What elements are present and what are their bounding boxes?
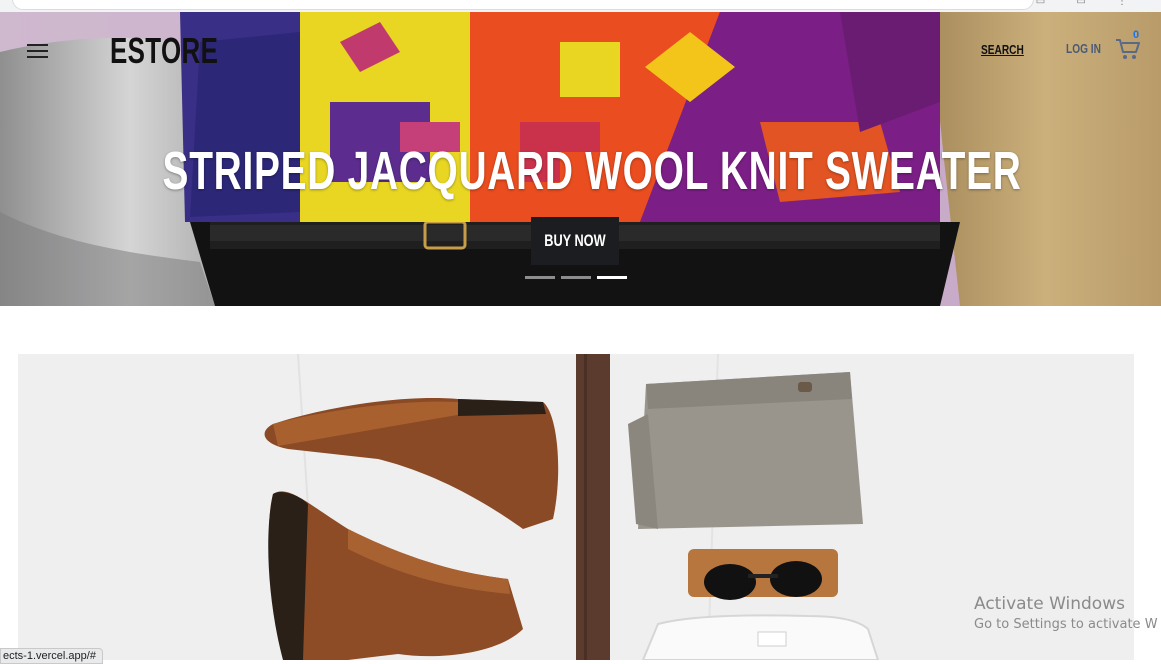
activation-subtitle: Go to Settings to activate W — [974, 617, 1158, 632]
windows-activation-watermark: Activate Windows Go to Settings to activ… — [974, 594, 1158, 632]
product-image[interactable] — [18, 354, 1134, 660]
hamburger-icon[interactable] — [27, 42, 49, 60]
browser-toolbar-icons[interactable]: ▭ ▭ ⋮ — [1036, 0, 1141, 7]
carousel-indicator-3[interactable] — [597, 276, 627, 279]
activation-title: Activate Windows — [974, 594, 1125, 614]
carousel-indicator-2[interactable] — [561, 276, 591, 279]
buy-now-button[interactable]: BUY NOW — [531, 217, 619, 265]
browser-address-bar: ▭ ▭ ⋮ — [0, 0, 1161, 12]
address-field[interactable] — [12, 0, 1034, 10]
carousel-indicator-1[interactable] — [525, 276, 555, 279]
nav-login-link[interactable]: LOG IN — [1066, 41, 1101, 56]
brand-logo[interactable]: ESTORE — [110, 30, 218, 72]
nav-search-link[interactable]: SEARCH — [981, 42, 1024, 57]
cart-count-badge: 0 — [1133, 29, 1140, 41]
hero-headline: STRIPED JACQUARD WOOL KNIT SWEATER — [162, 141, 1022, 201]
status-bar-url: ects-1.vercel.app/# — [0, 648, 103, 664]
buy-now-label: BUY NOW — [544, 231, 606, 250]
